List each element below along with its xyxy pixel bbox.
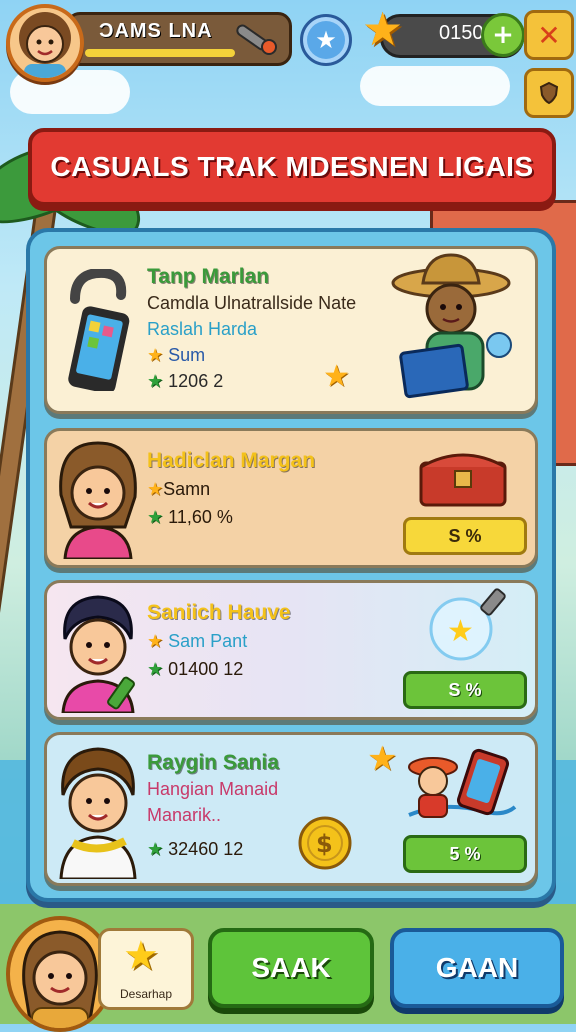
star-icon: ★ bbox=[123, 933, 159, 979]
svg-text:$: $ bbox=[316, 830, 333, 858]
description-button[interactable]: ★ Desarhap bbox=[98, 928, 194, 1010]
close-button[interactable]: ✕ bbox=[524, 10, 574, 60]
score-percent-button[interactable]: S % bbox=[403, 517, 527, 555]
gold-coin-icon: $ bbox=[298, 816, 352, 870]
star-label: Sum bbox=[168, 345, 206, 365]
saak-button[interactable]: SAAK bbox=[208, 928, 374, 1008]
player-name: Saniich Hauve bbox=[147, 601, 291, 624]
treasure-chest-icon bbox=[419, 453, 507, 507]
player-subtitle: Hangian Manaid bbox=[147, 779, 279, 799]
player-team: Manarik.. bbox=[147, 805, 222, 825]
player-name: Raygin Sania bbox=[147, 751, 279, 774]
player-score: 1206 2 bbox=[168, 371, 224, 391]
green-star-icon: ★ bbox=[147, 507, 164, 527]
green-star-icon: ★ bbox=[147, 371, 164, 391]
player-card-3[interactable]: Saniich Hauve ★ Sam Pant ★ 01400 12 ★ S … bbox=[44, 580, 538, 720]
diver-with-phone-icon bbox=[408, 748, 517, 818]
player-name: Tanp Marlan bbox=[147, 265, 270, 288]
star-icon: ★ bbox=[147, 631, 164, 651]
boy-avatar-icon bbox=[59, 747, 137, 879]
star-label: Samn bbox=[163, 479, 211, 499]
score-percent-button[interactable]: 5 % bbox=[403, 835, 527, 873]
player-score: 01400 12 bbox=[168, 659, 244, 679]
score-percent-button[interactable]: S % bbox=[403, 671, 527, 709]
wrench-icon bbox=[236, 24, 277, 55]
player-name-bar[interactable]: ƆAMS LNA bbox=[66, 12, 292, 66]
star-label: Sam Pant bbox=[168, 631, 248, 651]
player-score: 32460 12 bbox=[168, 839, 244, 859]
shield-icon-button[interactable] bbox=[524, 68, 574, 118]
player-subtitle: Camdla Ulnatrallside Nate bbox=[147, 293, 357, 313]
star-icon: ★ bbox=[147, 479, 164, 499]
green-star-icon: ★ bbox=[147, 839, 164, 859]
green-star-icon: ★ bbox=[147, 659, 164, 679]
svg-text:★: ★ bbox=[447, 614, 474, 649]
player-name: ƆAMS LNA bbox=[99, 20, 213, 42]
boy-avatar-icon bbox=[61, 595, 135, 713]
player-card-2[interactable]: Hadiclan Margan ★Samn ★ 11,60 % S % bbox=[44, 428, 538, 568]
player-team: Raslah Harda bbox=[147, 319, 258, 339]
gaan-button[interactable]: GAAN bbox=[390, 928, 564, 1008]
girl-avatar-icon bbox=[59, 441, 137, 559]
player-score: 11,60 % bbox=[168, 507, 233, 527]
player-avatar[interactable] bbox=[6, 4, 84, 82]
leaderboard-panel: Tanp Marlan Camdla Ulnatrallside Nate Ra… bbox=[26, 228, 556, 902]
girl-avatar-icon bbox=[19, 12, 71, 78]
player-card-4[interactable]: Raygin Sania Hangian Manaid Manarik.. ★ … bbox=[44, 732, 538, 886]
sparkle-star-icon: ★ bbox=[367, 739, 398, 779]
star-badge-icon[interactable]: ★ bbox=[300, 14, 352, 66]
coin-value: 0150 bbox=[439, 22, 484, 44]
girl-avatar-icon bbox=[22, 930, 98, 1028]
xp-progress-bar bbox=[85, 49, 235, 57]
shield-icon bbox=[539, 81, 559, 105]
magic-orb-icon: ★ bbox=[429, 588, 506, 661]
title-banner: CASUALS TRAK MDESNEN LIGAIS bbox=[28, 128, 556, 206]
phone-icon bbox=[68, 269, 130, 391]
sparkle-star-icon: ★ bbox=[323, 359, 350, 394]
explorer-girl-reading-icon bbox=[391, 253, 512, 399]
description-label: Desarhap bbox=[119, 987, 173, 1001]
player-name: Hadiclan Margan bbox=[147, 449, 316, 472]
star-icon: ★ bbox=[147, 345, 164, 365]
player-card-1[interactable]: Tanp Marlan Camdla Ulnatrallside Nate Ra… bbox=[44, 246, 538, 414]
star-currency-icon: ★ bbox=[362, 2, 404, 56]
page-title: CASUALS TRAK MDESNEN LIGAIS bbox=[50, 151, 534, 182]
add-coins-button[interactable]: + bbox=[481, 13, 525, 57]
